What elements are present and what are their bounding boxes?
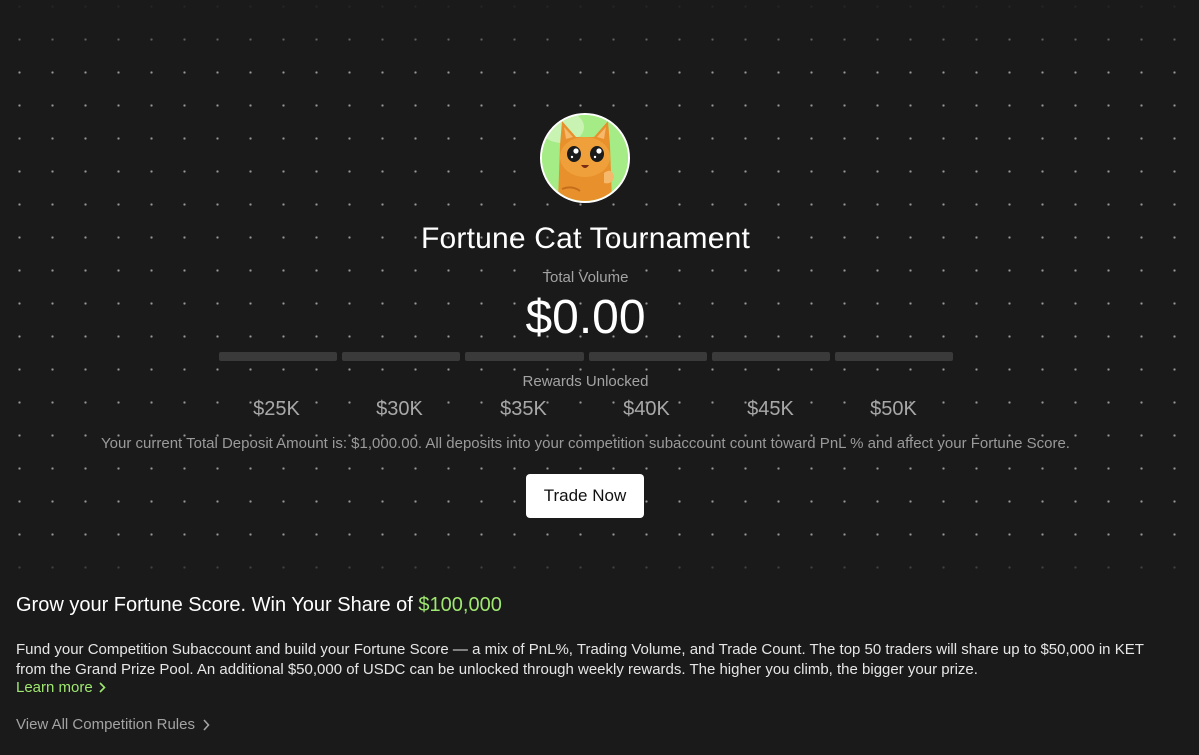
rewards-unlocked-label: Rewards Unlocked	[522, 373, 649, 390]
milestone-label: $45K	[747, 398, 794, 420]
volume-progress-bar	[219, 352, 954, 361]
progress-segment	[342, 352, 461, 361]
progress-segment	[834, 352, 954, 361]
progress-segment	[588, 352, 707, 361]
prize-heading: Grow your Fortune Score. Win Your Share …	[16, 594, 502, 617]
learn-more-link[interactable]: Learn more	[16, 679, 106, 696]
milestone-label: $35K	[500, 398, 547, 420]
learn-more-label: Learn more	[16, 679, 93, 696]
progress-segment	[465, 352, 584, 361]
prize-heading-text: Grow your Fortune Score. Win Your Share …	[16, 594, 419, 616]
milestone-label: $25K	[253, 398, 300, 420]
milestone-label: $50K	[870, 398, 917, 420]
competition-description: Fund your Competition Subaccount and bui…	[16, 641, 1144, 678]
total-volume-value: $0.00	[525, 291, 646, 344]
milestone-label: $30K	[376, 398, 423, 420]
tournament-title: Fortune Cat Tournament	[420, 222, 751, 255]
progress-segment	[219, 352, 338, 361]
view-rules-link[interactable]: View All Competition Rules	[16, 716, 210, 733]
deposit-note: Your current Total Deposit Amount is: $1…	[101, 435, 1070, 452]
prize-amount: $100,000	[418, 594, 502, 616]
chevron-right-icon	[99, 682, 106, 693]
view-rules-label: View All Competition Rules	[16, 716, 195, 733]
progress-segment	[711, 352, 830, 361]
milestone-label: $40K	[623, 398, 670, 420]
chevron-right-icon	[203, 718, 210, 731]
reward-milestones: $25K $30K $35K $40K $45K $50K	[215, 398, 956, 424]
trade-now-button[interactable]: Trade Now	[526, 474, 644, 518]
total-volume-label: Total Volume	[542, 269, 629, 286]
fortune-cat-avatar-icon	[540, 113, 630, 203]
